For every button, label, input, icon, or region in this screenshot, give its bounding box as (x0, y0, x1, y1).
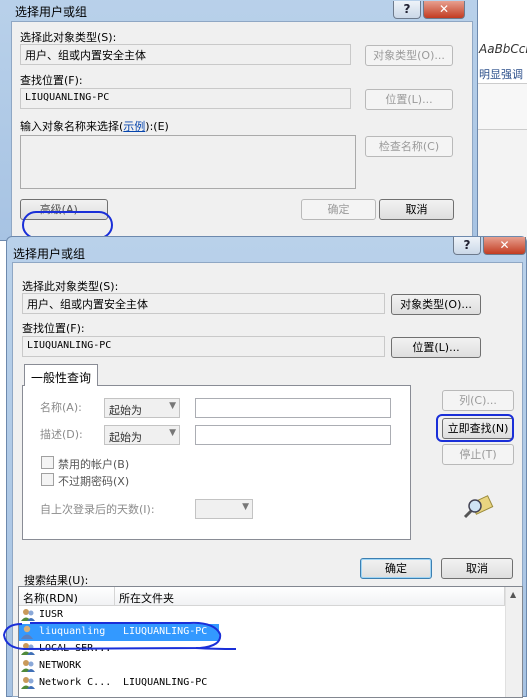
table-row[interactable]: Network C... LIUQUANLING-PC (19, 675, 505, 692)
enter-names-text-end: ):(E) (145, 120, 169, 133)
magnifier-icon (459, 493, 495, 521)
style-sample: AaBbCcDd (479, 42, 527, 56)
table-row[interactable]: NETWORK (19, 658, 505, 675)
annotation-advanced (22, 211, 113, 239)
column-header-folder[interactable]: 所在文件夹 (115, 587, 505, 606)
object-types-button-front[interactable]: 对象类型(O)... (391, 294, 481, 315)
locations-button[interactable]: 位置(L)... (365, 89, 453, 110)
days-since-logon-label: 自上次登录后的天数(I): (40, 503, 155, 516)
tab-general-label: 一般性查询 (31, 371, 92, 385)
name-condition-select[interactable]: 起始为 ▼ (104, 398, 180, 418)
ribbon-area (477, 84, 527, 130)
object-type-label: 选择此对象类型(S): (20, 31, 117, 44)
stop-button[interactable]: 停止(T) (442, 444, 514, 465)
object-types-button[interactable]: 对象类型(O)... (365, 45, 453, 66)
disabled-accounts-label: 禁用的帐户(B) (58, 458, 130, 471)
non-expiring-password-label: 不过期密码(X) (58, 475, 130, 488)
name-condition-value: 起始为 (109, 404, 142, 417)
help-icon-front: ? (463, 238, 471, 252)
object-type-value: 用户、组或内置安全主体 (20, 44, 351, 65)
row-name: NETWORK (39, 660, 82, 671)
dialog-back-titlebar[interactable]: 选择用户或组 ? ✕ (0, 0, 477, 19)
annotation-find-now (436, 414, 514, 442)
row-folder: LIUQUANLING-PC (123, 677, 208, 688)
columns-button[interactable]: 列(C)... (442, 390, 514, 411)
location-label-front: 查找位置(F): (22, 322, 85, 335)
enter-names-label: 输入对象名称来选择(示例):(E) (20, 118, 169, 134)
dialog-front-title: 选择用户或组 (13, 247, 86, 261)
description-condition-select[interactable]: 起始为 ▼ (104, 425, 180, 445)
location-value-front: LIUQUANLING-PC (22, 336, 385, 357)
chevron-down-icon: ▼ (242, 502, 249, 512)
name-label: 名称(A): (40, 401, 82, 414)
scroll-up-arrow[interactable]: ▲ (510, 590, 516, 599)
description-condition-value: 起始为 (109, 431, 142, 444)
location-value: LIUQUANLING-PC (20, 88, 351, 109)
close-icon: ✕ (438, 2, 450, 16)
locations-button-front[interactable]: 位置(L)... (391, 337, 481, 358)
list-scrollbar[interactable]: ▲ (505, 587, 522, 697)
examples-link[interactable]: 示例 (123, 120, 145, 133)
help-icon: ? (403, 2, 411, 16)
dialog-back-title: 选择用户或组 (15, 5, 88, 19)
dialog-front-titlebar[interactable]: 选择用户或组 ? ✕ (7, 237, 526, 261)
column-header-name[interactable]: 名称(RDN) (19, 587, 115, 606)
chevron-down-icon: ▼ (169, 401, 176, 411)
ok-button-back[interactable]: 确定 (301, 199, 376, 220)
object-type-label-front: 选择此对象类型(S): (22, 280, 119, 293)
dialog-back: 选择用户或组 ? ✕ 选择此对象类型(S): 用户、组或内置安全主体 对象类型(… (0, 0, 478, 241)
enter-names-input[interactable] (20, 135, 356, 189)
annotation-selected-user (2, 621, 237, 651)
location-label: 查找位置(F): (20, 74, 83, 87)
ok-button-front[interactable]: 确定 (360, 558, 432, 579)
help-button-front[interactable]: ? (453, 237, 481, 255)
object-type-value-front: 用户、组或内置安全主体 (22, 293, 385, 314)
non-expiring-password-checkbox[interactable] (41, 473, 54, 486)
cancel-button-front[interactable]: 取消 (441, 558, 513, 579)
disabled-accounts-checkbox[interactable] (41, 456, 54, 469)
row-name: Network C... (39, 677, 112, 688)
cancel-button-back[interactable]: 取消 (379, 199, 454, 220)
style-gallery[interactable]: AaBbCcDd 明显强调 (477, 0, 527, 84)
chevron-down-icon: ▼ (169, 428, 176, 438)
help-button[interactable]: ? (393, 1, 421, 19)
dialog-back-body: 选择此对象类型(S): 用户、组或内置安全主体 对象类型(O)... 查找位置(… (11, 21, 473, 240)
close-button-front[interactable]: ✕ (483, 237, 526, 255)
tab-general[interactable]: 一般性查询 (24, 364, 98, 386)
close-icon-front: ✕ (499, 238, 510, 252)
name-input[interactable] (195, 398, 391, 418)
days-since-logon-select[interactable]: ▼ (195, 499, 253, 519)
user-icon (21, 677, 35, 689)
enter-names-text: 输入对象名称来选择( (20, 120, 124, 133)
check-names-button[interactable]: 检查名称(C) (365, 136, 453, 157)
query-panel: 名称(A): 起始为 ▼ 描述(D): 起始为 ▼ 禁用的帐户(B) 不过期密码… (22, 385, 411, 540)
background-word-window: AaBbCcDd 明显强调 (476, 0, 527, 245)
description-input[interactable] (195, 425, 391, 445)
user-icon (21, 660, 35, 672)
close-button[interactable]: ✕ (423, 1, 465, 19)
ribbon-text: 明显强调 (479, 68, 523, 81)
description-label: 描述(D): (40, 428, 83, 441)
